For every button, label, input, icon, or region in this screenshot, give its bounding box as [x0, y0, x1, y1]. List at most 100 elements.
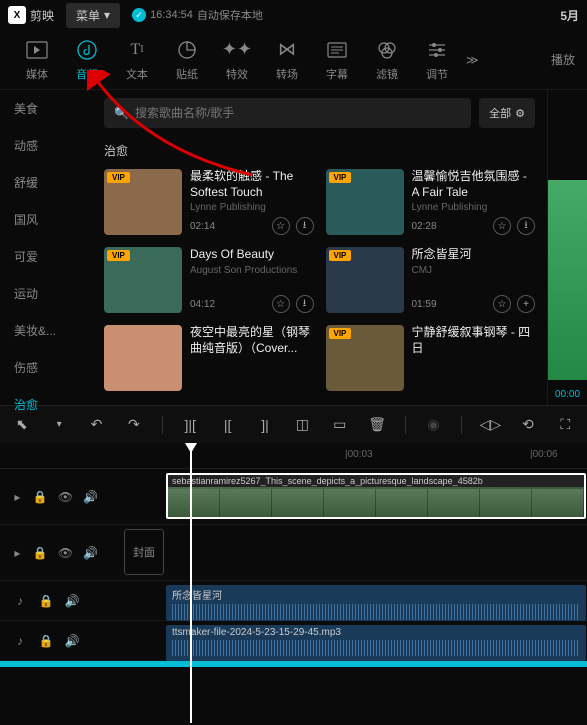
crop2-tool[interactable]: ⛶ [556, 415, 575, 435]
music-card[interactable]: VIP 所念皆星河 CMJ 01:59 ☆ + [326, 247, 536, 313]
mute-icon[interactable]: 🔊 [83, 545, 98, 561]
menu-label: 菜单 [76, 7, 100, 24]
audio-icon [75, 38, 99, 62]
playhead[interactable] [190, 443, 192, 723]
tab-text[interactable]: TI 文本 [112, 38, 162, 82]
search-input-wrap[interactable]: 🔍 [104, 98, 471, 128]
preview-time: 00:00 [548, 389, 587, 400]
redo-button[interactable]: ↷ [124, 415, 143, 435]
tab-effects[interactable]: ✦✦ 特效 [212, 38, 262, 82]
add-button[interactable]: + [517, 295, 535, 313]
transition-icon: ⋈ [275, 38, 299, 62]
search-input[interactable] [135, 106, 461, 120]
music-thumbnail: VIP [326, 169, 404, 235]
rect-tool[interactable]: ▭ [330, 415, 349, 435]
progress-bar [0, 661, 587, 667]
adjust-icon [425, 38, 449, 62]
clip-label: ttsmaker-file-2024-5-23-15-29-45.mp3 [172, 627, 580, 638]
tab-label: 文本 [126, 66, 148, 82]
sidebar-item[interactable]: 美食 [0, 90, 92, 127]
tab-audio[interactable]: 音频 [62, 38, 112, 82]
music-thumbnail [104, 325, 182, 391]
mute-icon[interactable]: 🔊 [64, 633, 80, 649]
lock-icon[interactable]: 🔒 [38, 593, 54, 609]
music-duration: 04:12 [190, 299, 266, 310]
lock-icon[interactable]: 🔒 [33, 545, 48, 561]
tab-transition[interactable]: ⋈ 转场 [262, 38, 312, 82]
mirror-tool[interactable]: ◁▷ [480, 415, 500, 435]
tab-adjust[interactable]: 调节 [412, 38, 462, 82]
music-card[interactable]: VIP 温馨愉悦吉他氛围感 - A Fair Tale Lynne Publis… [326, 169, 536, 235]
filter-icon [375, 38, 399, 62]
timeline-ruler[interactable]: |00:03 |00:06 [0, 443, 587, 469]
crop-tool[interactable]: ◫ [293, 415, 312, 435]
music-title: Days Of Beauty [190, 247, 314, 263]
preview-tab[interactable]: 播放 [551, 51, 575, 68]
favorite-button[interactable]: ☆ [493, 295, 511, 313]
chevron-down-icon[interactable]: ▾ [49, 415, 68, 435]
video-clip[interactable]: sebastianramirez5267_This_scene_depicts_… [166, 473, 586, 519]
favorite-button[interactable]: ☆ [272, 295, 290, 313]
eye-icon[interactable]: 👁 [58, 489, 73, 505]
sidebar-item[interactable]: 运动 [0, 275, 92, 312]
music-title: 夜空中最亮的星（钢琴曲纯音版）（Cover... [190, 325, 314, 356]
tab-subtitle[interactable]: 字幕 [312, 38, 362, 82]
sidebar-item[interactable]: 舒缓 [0, 164, 92, 201]
filter-button[interactable]: 全部 ⚙ [479, 98, 535, 128]
rotate-tool[interactable]: ⟲ [518, 415, 537, 435]
tab-filter[interactable]: 滤镜 [362, 38, 412, 82]
cursor-tool[interactable]: ⬉ [12, 415, 31, 435]
autosave-time: 16:34:54 [150, 9, 193, 21]
chevron-down-icon: ▾ [104, 8, 110, 22]
favorite-button[interactable]: ☆ [272, 217, 290, 235]
trim-left-tool[interactable]: |[ [218, 415, 237, 435]
audio-track: ♪ 🔒 🔊 所念皆星河 [0, 581, 587, 621]
music-card[interactable]: VIP 最柔软的触感 - The Softest Touch Lynne Pub… [104, 169, 314, 235]
tab-label: 字幕 [326, 66, 348, 82]
favorite-button[interactable]: ☆ [493, 217, 511, 235]
autosave-text: 自动保存本地 [197, 7, 263, 23]
music-card[interactable]: 夜空中最亮的星（钢琴曲纯音版）（Cover... [104, 325, 314, 391]
music-duration: 02:28 [412, 221, 488, 232]
audio-clip[interactable]: ttsmaker-file-2024-5-23-15-29-45.mp3 [166, 625, 586, 661]
app-name: 剪映 [30, 7, 54, 24]
sidebar-item[interactable]: 国风 [0, 201, 92, 238]
eye-icon[interactable]: 👁 [58, 545, 73, 561]
tabs-more-icon[interactable]: ≫ [462, 53, 483, 67]
audio-clip[interactable]: 所念皆星河 [166, 585, 586, 621]
tab-label: 调节 [426, 66, 448, 82]
track-video-icon[interactable]: ▸ [12, 545, 23, 561]
lock-icon[interactable]: 🔒 [38, 633, 54, 649]
filter-icon: ⚙ [515, 107, 525, 120]
track-audio-icon[interactable]: ♪ [12, 593, 28, 609]
menu-button[interactable]: 菜单 ▾ [66, 3, 120, 28]
download-button[interactable]: ⭳ [296, 295, 314, 313]
undo-button[interactable]: ↶ [87, 415, 106, 435]
delete-tool[interactable]: 🗑 [367, 415, 386, 435]
vip-badge: VIP [329, 328, 352, 339]
music-card[interactable]: VIP Days Of Beauty August Son Production… [104, 247, 314, 313]
trim-right-tool[interactable]: ]| [255, 415, 274, 435]
music-title: 所念皆星河 [412, 247, 536, 263]
download-button[interactable]: ⭳ [517, 217, 535, 235]
music-card[interactable]: VIP 宁静舒缓叙事钢琴 - 四日 [326, 325, 536, 391]
sidebar-item[interactable]: 美妆&... [0, 312, 92, 349]
sidebar-item[interactable]: 伤感 [0, 349, 92, 386]
sidebar-item[interactable]: 可爱 [0, 238, 92, 275]
cover-button[interactable]: 封面 [124, 529, 164, 575]
download-button[interactable]: ⭳ [296, 217, 314, 235]
sidebar-item[interactable]: 动感 [0, 127, 92, 164]
record-tool[interactable]: ◉ [424, 415, 443, 435]
clip-label: sebastianramirez5267_This_scene_depicts_… [168, 475, 584, 487]
split-tool[interactable]: ]|[ [181, 415, 200, 435]
mute-icon[interactable]: 🔊 [83, 489, 98, 505]
tab-media[interactable]: 媒体 [12, 38, 62, 82]
lock-icon[interactable]: 🔒 [33, 489, 48, 505]
track-audio-icon[interactable]: ♪ [12, 633, 28, 649]
track-video-icon[interactable]: ▸ [12, 489, 23, 505]
music-artist: Lynne Publishing [412, 202, 536, 213]
media-icon [25, 38, 49, 62]
mute-icon[interactable]: 🔊 [64, 593, 80, 609]
tab-bar: 媒体 音频 TI 文本 贴纸 ✦✦ 特效 ⋈ 转场 字幕 滤镜 调节 ≫ 播放 [0, 30, 587, 90]
tab-sticker[interactable]: 贴纸 [162, 38, 212, 82]
